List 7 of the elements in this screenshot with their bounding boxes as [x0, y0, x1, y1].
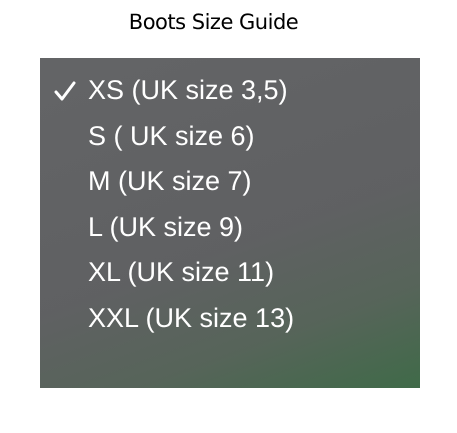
menu-item[interactable]: L (UK size 9): [54, 204, 420, 250]
menu-item[interactable]: S ( UK size 6): [54, 114, 420, 159]
menu-item[interactable]: M (UK size 7): [54, 159, 420, 204]
menu-item[interactable]: XXL (UK size 13): [54, 296, 420, 341]
menu-item[interactable]: XS (UK size 3,5): [54, 68, 420, 114]
page-title: Boots Size Guide: [128, 10, 298, 34]
menu-item[interactable]: XL (UK size 11): [54, 250, 420, 296]
